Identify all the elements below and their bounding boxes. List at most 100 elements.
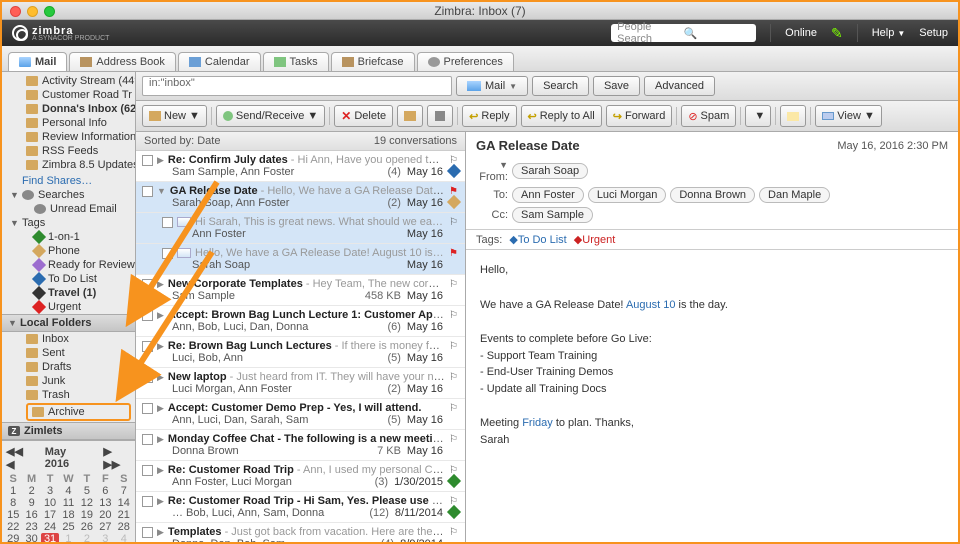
delete-button[interactable]: ✕Delete xyxy=(334,105,393,127)
cal-day[interactable]: 11 xyxy=(59,497,77,509)
reading-tag[interactable]: ◆To Do List xyxy=(506,234,566,246)
tag-button[interactable]: ▼ xyxy=(745,105,771,127)
read-button[interactable] xyxy=(780,105,806,127)
cal-prev[interactable]: ◀◀ ◀ xyxy=(6,445,34,471)
minimize-window[interactable] xyxy=(27,6,38,17)
find-shares-link[interactable]: Find Shares… xyxy=(2,174,135,188)
search-button[interactable]: Search xyxy=(532,76,589,96)
tab-brief[interactable]: Briefcase xyxy=(331,52,415,71)
local-folder-sent[interactable]: Sent xyxy=(2,346,135,360)
msg-checkbox[interactable] xyxy=(142,465,153,476)
cal-day[interactable]: 28 xyxy=(115,521,133,533)
msg-checkbox[interactable] xyxy=(142,155,153,166)
online-status[interactable]: Online xyxy=(785,27,817,39)
reply-all-button[interactable]: ↩Reply to All xyxy=(521,105,602,127)
folder-item[interactable]: Activity Stream (44? xyxy=(2,74,135,88)
cal-day[interactable]: 4 xyxy=(59,485,77,497)
message-row[interactable]: ▶Monday Coffee Chat - The following is a… xyxy=(136,430,465,461)
msg-checkbox[interactable] xyxy=(142,186,153,197)
zoom-window[interactable] xyxy=(44,6,55,17)
message-row[interactable]: ▼GA Release Date - Hello, We have a GA R… xyxy=(136,182,465,213)
local-folders-header[interactable]: ▼Local Folders xyxy=(2,314,135,332)
close-window[interactable] xyxy=(10,6,21,17)
spam-button[interactable]: ⊘Spam xyxy=(681,105,736,127)
cal-day[interactable]: 2 xyxy=(22,485,40,497)
saved-search[interactable]: Unread Email xyxy=(2,202,135,216)
tag-item[interactable]: Urgent xyxy=(2,300,135,314)
reply-button[interactable]: ↩Reply xyxy=(462,105,516,127)
folder-item[interactable]: Customer Road Tr xyxy=(2,88,135,102)
cal-day[interactable]: 27 xyxy=(96,521,114,533)
msg-checkbox[interactable] xyxy=(142,372,153,383)
move-button[interactable] xyxy=(397,105,423,127)
folder-item[interactable]: Review Information xyxy=(2,130,135,144)
folder-item[interactable]: Donna's Inbox (62) xyxy=(2,102,135,116)
message-row[interactable]: ▶Re: Brown Bag Lunch Lectures - If there… xyxy=(136,337,465,368)
help-menu[interactable]: Help ▼ xyxy=(872,27,906,39)
local-folder-junk[interactable]: Junk xyxy=(2,374,135,388)
folder-item[interactable]: Zimbra 8.5 Updates xyxy=(2,158,135,172)
advanced-search-button[interactable]: Advanced xyxy=(644,76,715,96)
local-folder-archive[interactable]: Archive xyxy=(2,402,135,422)
search-scope-button[interactable]: Mail▼ xyxy=(456,76,528,96)
message-row[interactable]: ▶Accept: Customer Demo Prep - Yes, I wil… xyxy=(136,399,465,430)
reading-tag[interactable]: ◆Urgent xyxy=(571,234,616,246)
cal-day[interactable]: 20 xyxy=(96,509,114,521)
cal-day[interactable]: 24 xyxy=(41,521,59,533)
cal-day[interactable]: 16 xyxy=(22,509,40,521)
cal-day[interactable]: 31 xyxy=(41,533,59,542)
print-button[interactable] xyxy=(427,105,453,127)
cal-day[interactable]: 8 xyxy=(4,497,22,509)
cal-day[interactable]: 12 xyxy=(78,497,96,509)
from-bubble[interactable]: Sarah Soap xyxy=(512,163,588,179)
cal-day[interactable]: 3 xyxy=(96,533,114,542)
msg-checkbox[interactable] xyxy=(142,403,153,414)
compose-icon[interactable]: ✎ xyxy=(831,25,843,42)
tag-item[interactable]: To Do List xyxy=(2,272,135,286)
cal-day[interactable]: 13 xyxy=(96,497,114,509)
tab-mail[interactable]: Mail xyxy=(8,52,67,71)
cal-day[interactable]: 23 xyxy=(22,521,40,533)
cal-day[interactable]: 15 xyxy=(4,509,22,521)
date-link[interactable]: August 10 xyxy=(626,299,676,311)
cal-day[interactable]: 6 xyxy=(96,485,114,497)
local-folder-trash[interactable]: Trash xyxy=(2,388,135,402)
new-button[interactable]: New▼ xyxy=(142,105,207,127)
cal-day[interactable]: 18 xyxy=(59,509,77,521)
cal-day[interactable]: 1 xyxy=(59,533,77,542)
message-row[interactable]: ▶Re: Customer Road Trip - Hi Sam, Yes. P… xyxy=(136,492,465,523)
tag-item[interactable]: Travel (1) xyxy=(2,286,135,300)
message-row[interactable]: ▶Accept: Brown Bag Lunch Lecture 1: Cust… xyxy=(136,306,465,337)
tab-pref[interactable]: Preferences xyxy=(417,52,514,71)
cal-day[interactable]: 10 xyxy=(41,497,59,509)
searches-folder[interactable]: ▼Searches xyxy=(2,188,135,202)
message-row[interactable]: ▶New laptop - Just heard from IT. They w… xyxy=(136,368,465,399)
cal-day[interactable]: 3 xyxy=(41,485,59,497)
to-bubble[interactable]: Ann Foster xyxy=(512,187,584,203)
search-query-input[interactable]: in:"inbox" xyxy=(142,76,452,96)
msg-checkbox[interactable] xyxy=(162,248,173,259)
cal-day[interactable]: 26 xyxy=(78,521,96,533)
msg-checkbox[interactable] xyxy=(142,527,153,538)
cal-day[interactable]: 1 xyxy=(4,485,22,497)
to-bubble[interactable]: Luci Morgan xyxy=(588,187,667,203)
view-button[interactable]: View▼ xyxy=(815,105,882,127)
cal-day[interactable]: 21 xyxy=(115,509,133,521)
zimlets-header[interactable]: ZZimlets xyxy=(2,422,135,440)
message-list[interactable]: Sorted by: Date 19 conversations ▶Re: Co… xyxy=(136,132,466,542)
msg-checkbox[interactable] xyxy=(142,434,153,445)
local-folder-inbox[interactable]: Inbox xyxy=(2,332,135,346)
sort-header[interactable]: Sorted by: Date 19 conversations xyxy=(136,132,465,151)
cal-day[interactable]: 22 xyxy=(4,521,22,533)
folder-item[interactable]: RSS Feeds xyxy=(2,144,135,158)
send-receive-button[interactable]: Send/Receive▼ xyxy=(216,105,325,127)
tag-item[interactable]: Ready for Review xyxy=(2,258,135,272)
to-bubble[interactable]: Dan Maple xyxy=(759,187,830,203)
friday-link[interactable]: Friday xyxy=(522,417,553,429)
message-row[interactable]: ▶Templates - Just got back from vacation… xyxy=(136,523,465,542)
window-controls[interactable] xyxy=(10,6,55,17)
tab-addr[interactable]: Address Book xyxy=(69,52,175,71)
people-search-input[interactable]: People Search 🔍 xyxy=(611,24,756,42)
tag-item[interactable]: 1-on-1 xyxy=(2,230,135,244)
message-row[interactable]: ▶Re: Confirm July dates - Hi Ann, Have y… xyxy=(136,151,465,182)
